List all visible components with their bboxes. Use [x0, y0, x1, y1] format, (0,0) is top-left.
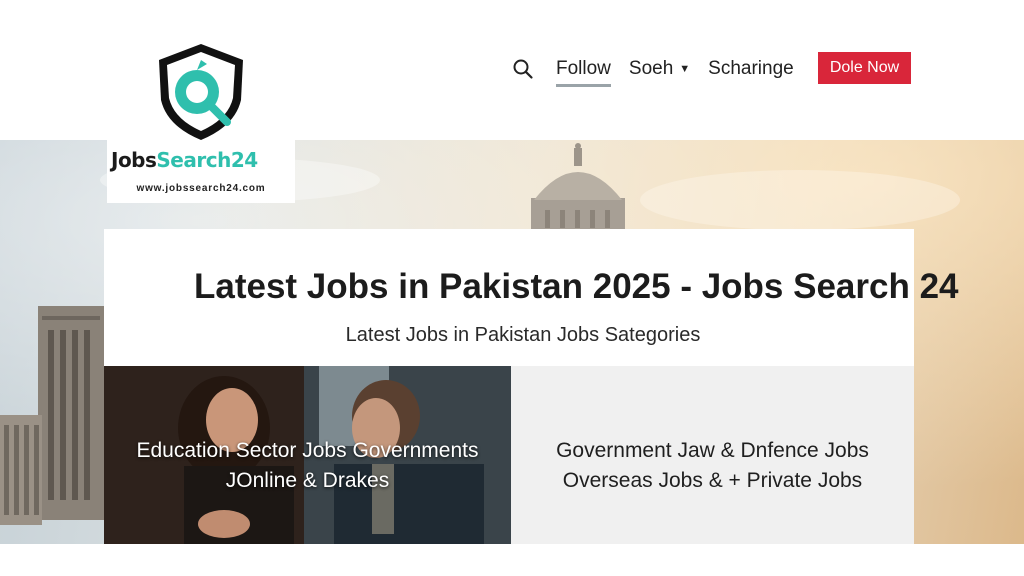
category-government-link[interactable]: Government Jaw & Dnfence Jobs: [511, 436, 914, 466]
brand-name-part1: Jobs: [111, 148, 157, 172]
category-card-government[interactable]: Government Jaw & Dnfence Jobs Overseas J…: [511, 366, 914, 544]
nav-item-soeh[interactable]: Soeh ▼: [629, 58, 690, 80]
site-logo[interactable]: JobsSearch24 www.jobssearch24.com: [107, 8, 295, 203]
nav-item-scharinge[interactable]: Scharinge: [708, 58, 794, 80]
category-left-text: Education Sector Jobs Governments JOnlin…: [104, 436, 511, 496]
category-overseas-link[interactable]: Overseas Jobs & + Private Jobs: [511, 466, 914, 496]
title-card: Latest Jobs in Pakistan 2025 - Jobs Sear…: [104, 229, 959, 366]
donate-now-button[interactable]: Dole Now: [818, 52, 911, 84]
brand-name: JobsSearch24: [111, 148, 295, 172]
category-right-text: Government Jaw & Dnfence Jobs Overseas J…: [511, 436, 914, 496]
category-education-link[interactable]: Education Sector Jobs Governments: [104, 436, 511, 466]
chevron-down-icon: ▼: [679, 62, 691, 75]
search-icon[interactable]: [512, 58, 534, 80]
shield-search-icon: [159, 44, 243, 140]
footer-strip: [0, 544, 1024, 576]
category-online-link[interactable]: JOnline & Drakes: [104, 466, 511, 496]
nav-item-follow[interactable]: Follow: [556, 58, 611, 87]
brand-name-part2: Search24: [156, 148, 258, 172]
category-card-education[interactable]: Education Sector Jobs Governments JOnlin…: [104, 366, 511, 544]
brand-url: www.jobssearch24.com: [136, 183, 266, 194]
page-title: Latest Jobs in Pakistan 2025 - Jobs Sear…: [194, 267, 959, 306]
nav-item-soeh-label: Soeh: [628, 58, 674, 79]
main-nav: Follow Soeh ▼ Scharinge: [512, 52, 812, 87]
page-subtitle: Latest Jobs in Pakistan Jobs Sategories: [345, 324, 701, 346]
